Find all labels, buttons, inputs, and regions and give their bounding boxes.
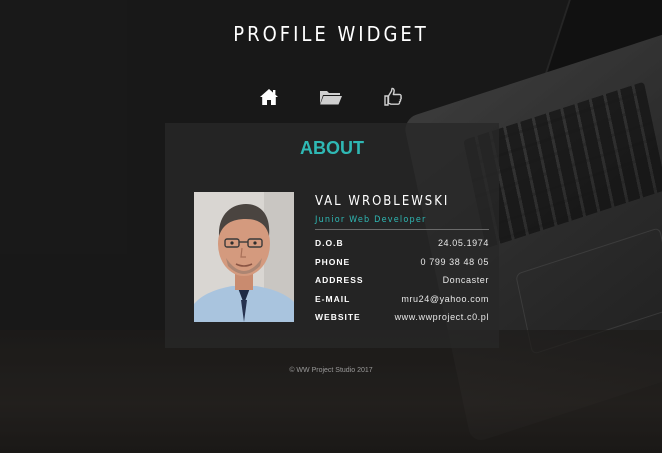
detail-row-dob: D.O.B 24.05.1974 xyxy=(315,234,489,253)
thumbs-up-icon xyxy=(384,87,402,106)
detail-value: 0 799 38 48 05 xyxy=(420,256,489,267)
detail-value: mru24@yahoo.com xyxy=(401,293,489,304)
profile-info: VAL WROBLEWSKI Junior Web Developer D.O.… xyxy=(315,194,489,327)
detail-value: Doncaster xyxy=(442,275,489,286)
nav-like-button[interactable] xyxy=(378,86,408,108)
detail-label: E-MAIL xyxy=(315,293,351,304)
detail-value: 24.05.1974 xyxy=(437,238,489,249)
about-card: ABOUT VAL WROBLEWSKI Junior Web Develope… xyxy=(165,123,499,348)
detail-label: D.O.B xyxy=(315,238,344,249)
about-heading: ABOUT xyxy=(300,138,364,158)
detail-row-website: WEBSITE www.wwproject.c0.pl xyxy=(315,308,489,327)
profile-name: VAL WROBLEWSKI xyxy=(315,194,450,209)
details-list: D.O.B 24.05.1974 PHONE 0 799 38 48 05 AD… xyxy=(315,234,489,327)
detail-row-address: ADDRESS Doncaster xyxy=(315,271,489,290)
detail-row-phone: PHONE 0 799 38 48 05 xyxy=(315,253,489,272)
detail-label: ADDRESS xyxy=(315,275,364,286)
detail-label: PHONE xyxy=(315,256,351,267)
detail-row-email: E-MAIL mru24@yahoo.com xyxy=(315,290,489,309)
detail-label: WEBSITE xyxy=(315,312,361,323)
profile-role: Junior Web Developer xyxy=(315,215,489,230)
folder-open-icon xyxy=(320,91,342,105)
home-icon xyxy=(260,89,278,105)
footer-copyright: © WW Project Studio 2017 xyxy=(289,367,373,374)
icon-nav xyxy=(0,86,662,108)
nav-folder-button[interactable] xyxy=(316,86,346,108)
profile-photo xyxy=(194,192,294,322)
page-title: PROFILE WIDGET xyxy=(233,22,429,46)
detail-value: www.wwproject.c0.pl xyxy=(394,312,489,323)
nav-home-button[interactable] xyxy=(254,86,284,108)
